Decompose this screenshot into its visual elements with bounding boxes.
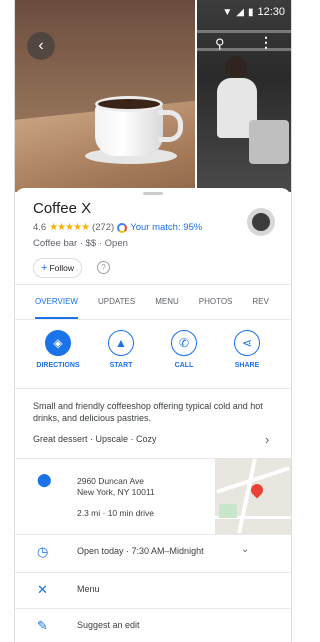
place-title: Coffee X — [33, 200, 92, 217]
match-score[interactable]: Your match: 95% — [130, 222, 202, 233]
menu-text: Menu — [77, 584, 100, 594]
action-buttons: ◈ DIRECTIONS ▲ START ✆ CALL ⋖ SHARE — [15, 330, 291, 380]
status-bar: ▼ ◢ ▮ 12:30 — [222, 6, 285, 18]
chevron-right-icon[interactable]: › — [265, 432, 269, 447]
barista-head — [225, 56, 247, 80]
navigation-icon: ▲ — [108, 330, 134, 356]
directions-label: DIRECTIONS — [36, 362, 80, 369]
review-count: (272) — [92, 222, 115, 233]
location-pin-icon: ⬤ — [37, 472, 52, 487]
drag-handle[interactable] — [143, 192, 163, 195]
tab-reviews[interactable]: REV — [252, 285, 268, 319]
hours-row[interactable]: ◷ Open today · 7:30 AM–Midnight ⌄ — [15, 534, 291, 570]
app-frame: ▼ ◢ ▮ 12:30 ‹ ⚲ ⋮ Coffee X 4.6 ★★★★★ (27… — [14, 0, 292, 642]
back-button[interactable]: ‹ — [27, 32, 55, 60]
address: 2960 Duncan Ave New York, NY 10011 — [77, 476, 155, 498]
address-row[interactable]: ⬤ 2960 Duncan Ave New York, NY 10011 2.3… — [15, 458, 291, 534]
highlights: Great dessert · Upscale · Cozy — [33, 434, 157, 444]
user-avatar[interactable] — [247, 208, 275, 236]
call-label: CALL — [174, 362, 194, 369]
map-park — [219, 504, 237, 518]
follow-button[interactable]: + Follow — [33, 258, 82, 278]
pencil-icon: ✎ — [37, 618, 48, 633]
map-thumbnail[interactable] — [215, 458, 291, 534]
follow-label: Follow — [49, 263, 74, 273]
place-sheet: Coffee X 4.6 ★★★★★ (272) Your match: 95%… — [15, 188, 291, 642]
rating-stars: ★★★★★ — [49, 222, 90, 233]
match-icon — [117, 222, 128, 233]
description: Small and friendly coffeeshop offering t… — [33, 401, 263, 423]
phone-screen: ▼ ◢ ▮ 12:30 ‹ ⚲ ⋮ Coffee X 4.6 ★★★★★ (27… — [0, 0, 294, 642]
avatar-image — [252, 213, 270, 231]
address-line-1: 2960 Duncan Ave — [77, 476, 144, 486]
call-button[interactable]: ✆ CALL — [154, 330, 214, 369]
help-icon[interactable]: ? — [97, 261, 110, 274]
hours-text: Open today · 7:30 AM–Midnight — [77, 546, 204, 556]
edit-text: Suggest an edit — [77, 620, 140, 630]
tab-photos[interactable]: PHOTOS — [199, 285, 233, 319]
tab-menu[interactable]: MENU — [155, 285, 179, 319]
shelf — [197, 48, 291, 51]
address-line-2: New York, NY 10011 — [77, 487, 155, 497]
start-label: START — [109, 362, 133, 369]
phone-icon: ✆ — [171, 330, 197, 356]
category-price: Coffee bar · $$ — [33, 238, 97, 249]
directions-icon: ◈ — [45, 330, 71, 356]
distance: 2.3 mi · 10 min drive — [77, 508, 154, 518]
signal-icon: ◢ — [236, 6, 244, 18]
coffee-cup-photo[interactable] — [15, 0, 195, 192]
clock-icon: ◷ — [37, 544, 49, 559]
category-row: Coffee bar · $$ · Open — [33, 238, 128, 249]
menu-row[interactable]: ✕ Menu — [15, 572, 291, 608]
shelf — [197, 30, 291, 33]
tab-bar: OVERVIEW UPDATES MENU PHOTOS REV — [15, 284, 291, 320]
divider — [15, 388, 291, 389]
start-button[interactable]: ▲ START — [91, 330, 151, 369]
edit-row[interactable]: ✎ Suggest an edit — [15, 608, 291, 642]
photo-header[interactable]: ▼ ◢ ▮ 12:30 ‹ ⚲ ⋮ — [15, 0, 291, 192]
tab-updates[interactable]: UPDATES — [98, 285, 135, 319]
battery-icon: ▮ — [247, 6, 254, 18]
directions-button[interactable]: ◈ DIRECTIONS — [28, 330, 88, 369]
more-options-icon[interactable]: ⋮ — [259, 34, 273, 51]
chevron-down-icon[interactable]: ⌄ — [241, 544, 249, 555]
tab-overview[interactable]: OVERVIEW — [35, 285, 78, 319]
open-status: · Open — [98, 238, 128, 249]
status-time: 12:30 — [257, 6, 285, 18]
search-icon[interactable]: ⚲ — [215, 36, 225, 52]
wifi-icon: ▼ — [222, 6, 233, 18]
back-arrow-icon: ‹ — [38, 37, 44, 54]
share-icon: ⋖ — [234, 330, 260, 356]
coffee-surface — [95, 96, 163, 112]
plus-icon: + — [41, 262, 48, 274]
share-button[interactable]: ⋖ SHARE — [217, 330, 277, 369]
menu-utensils-icon: ✕ — [37, 582, 48, 597]
espresso-machine — [249, 120, 289, 164]
barista-photo[interactable] — [197, 0, 291, 192]
rating-value: 4.6 — [33, 222, 47, 233]
cup-handle — [158, 110, 183, 142]
rating-row[interactable]: 4.6 ★★★★★ (272) Your match: 95% — [33, 222, 202, 233]
share-label: SHARE — [234, 362, 260, 369]
